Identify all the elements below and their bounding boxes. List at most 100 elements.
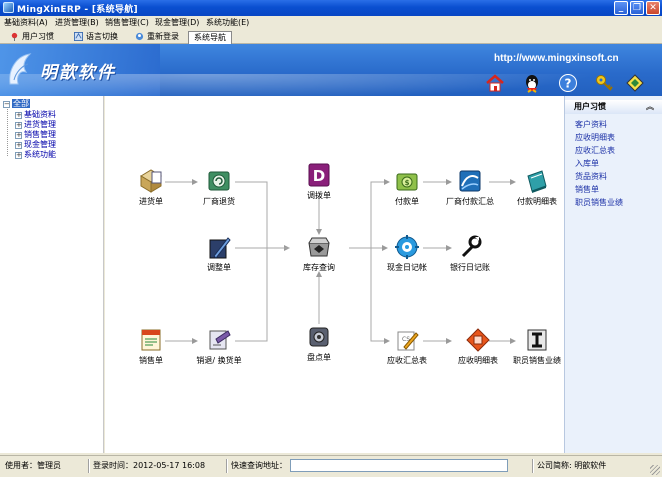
minimize-icon[interactable]: _ bbox=[614, 1, 628, 15]
menu-sales[interactable]: 销售管理(C) bbox=[105, 17, 149, 28]
stock-count-icon bbox=[309, 327, 329, 347]
node-label: 现金日记帐 bbox=[387, 263, 427, 272]
toolbar-tabs: 用户习惯 语言切换 重新登录 系统导航 bbox=[0, 30, 662, 44]
menu-system[interactable]: 系统功能(E) bbox=[206, 17, 249, 28]
sales-order-icon bbox=[141, 329, 161, 351]
dolphin-logo-icon bbox=[9, 53, 32, 85]
qq-icon[interactable] bbox=[522, 73, 542, 93]
close-icon[interactable]: ✕ bbox=[646, 1, 660, 15]
node-transfer-order[interactable]: D 调拨单 bbox=[289, 162, 349, 201]
node-label: 销退/ 换货单 bbox=[196, 356, 242, 365]
tab-relogin[interactable]: 重新登录 bbox=[133, 31, 179, 44]
tab-system-nav[interactable]: 系统导航 bbox=[188, 31, 232, 44]
expand-icon[interactable]: + bbox=[15, 152, 22, 159]
payment-detail-icon bbox=[527, 170, 547, 193]
node-label: 应收明细表 bbox=[458, 356, 498, 365]
node-staff-sales[interactable]: 职员销售业绩 bbox=[507, 327, 567, 366]
node-supplier-return[interactable]: 厂商退货 bbox=[189, 168, 249, 207]
node-label: 盘点单 bbox=[307, 353, 331, 362]
tree-item-label: 进货管理 bbox=[24, 120, 56, 129]
menu-purchase[interactable]: 进货管理(B) bbox=[55, 17, 99, 28]
node-label: 职员销售业绩 bbox=[513, 356, 561, 365]
brand-name: 明歆软件 bbox=[40, 63, 116, 83]
node-receivable-detail[interactable]: 应收明细表 bbox=[448, 327, 508, 366]
collapse-icon[interactable]: − bbox=[3, 101, 10, 108]
link-customer-data[interactable]: 客户资料 bbox=[575, 119, 607, 130]
node-payment-detail[interactable]: 付款明细表 bbox=[507, 168, 567, 207]
pin-icon bbox=[11, 32, 18, 41]
payment-order-icon: $ bbox=[396, 173, 418, 191]
node-label: 银行日记账 bbox=[450, 263, 490, 272]
expand-icon[interactable]: + bbox=[15, 142, 22, 149]
node-inventory-query[interactable]: 库存查询 bbox=[289, 234, 349, 273]
node-payment-order[interactable]: $ 付款单 bbox=[377, 168, 437, 207]
language-icon bbox=[74, 32, 83, 41]
node-bank-journal[interactable]: 银行日记账 bbox=[440, 234, 500, 273]
staff-sales-icon bbox=[527, 329, 547, 351]
menu-cash[interactable]: 现金管理(D) bbox=[155, 17, 199, 28]
tab-user-habits[interactable]: 用户习惯 bbox=[8, 31, 54, 44]
transfer-order-icon: D bbox=[308, 163, 330, 187]
node-label: 应收汇总表 bbox=[387, 356, 427, 365]
svg-text:$: $ bbox=[405, 179, 410, 187]
diamond-icon[interactable] bbox=[625, 73, 645, 93]
payment-summary-icon bbox=[459, 170, 481, 192]
node-label: 库存查询 bbox=[303, 263, 335, 272]
tree-item-system[interactable]: + 系统功能 bbox=[15, 149, 56, 160]
relogin-icon bbox=[135, 32, 144, 41]
receivable-detail-icon bbox=[466, 328, 490, 352]
title-bar: MingXinERP - [系统导航] _ ❐ ✕ bbox=[0, 0, 662, 16]
tab-language[interactable]: 语言切换 bbox=[72, 31, 118, 44]
app-icon bbox=[3, 2, 14, 13]
menu-bar: 基础资料(A) 进货管理(B) 销售管理(C) 现金管理(D) 系统功能(E) bbox=[0, 16, 662, 30]
tree-item-label: 基础资料 bbox=[24, 110, 56, 119]
restore-icon[interactable]: ❐ bbox=[630, 1, 644, 15]
node-label: 付款明细表 bbox=[517, 197, 557, 206]
tree-item-label: 销售管理 bbox=[24, 130, 56, 139]
link-stock-in[interactable]: 入库单 bbox=[575, 158, 599, 169]
node-label: 付款单 bbox=[395, 197, 419, 206]
home-icon[interactable] bbox=[485, 73, 505, 93]
key-icon[interactable] bbox=[594, 73, 614, 93]
website-url[interactable]: http://www.mingxinsoft.cn bbox=[494, 53, 619, 64]
menu-basic-data[interactable]: 基础资料(A) bbox=[4, 17, 48, 28]
status-divider bbox=[226, 459, 228, 473]
tree-root[interactable]: − 全部 bbox=[3, 98, 30, 109]
supplier-return-icon bbox=[208, 171, 230, 191]
system-navigation-canvas: 进货单 厂商退货 D 调拨单 调整单 库存查询 盘点单 销售单 销退/ 换货单 … bbox=[105, 96, 564, 453]
expand-icon[interactable]: + bbox=[15, 112, 22, 119]
panel-header[interactable]: 用户习惯 ︽ bbox=[565, 100, 662, 114]
resize-grip-icon[interactable] bbox=[650, 465, 660, 475]
node-sales-return[interactable]: 销退/ 换货单 bbox=[189, 327, 249, 366]
quick-query-input[interactable] bbox=[290, 459, 508, 472]
tab-label: 用户习惯 bbox=[22, 32, 54, 41]
help-icon[interactable]: ? bbox=[558, 73, 578, 93]
node-receivable-summary[interactable]: CS 应收汇总表 bbox=[377, 327, 437, 366]
link-staff-sales[interactable]: 职员销售业绩 bbox=[575, 197, 623, 208]
link-goods-data[interactable]: 货品资料 bbox=[575, 171, 607, 182]
node-cash-journal[interactable]: 现金日记帐 bbox=[377, 234, 437, 273]
expand-icon[interactable]: + bbox=[15, 122, 22, 129]
link-receivable-summary[interactable]: 应收汇总表 bbox=[575, 145, 615, 156]
node-stock-count[interactable]: 盘点单 bbox=[289, 324, 349, 363]
node-purchase-order[interactable]: 进货单 bbox=[121, 168, 181, 207]
adjust-order-icon bbox=[209, 237, 231, 259]
node-label: 调整单 bbox=[207, 263, 231, 272]
node-sales-order[interactable]: 销售单 bbox=[121, 327, 181, 366]
link-sales-order[interactable]: 销售单 bbox=[575, 184, 599, 195]
quick-query-label: 快速查询地址： bbox=[231, 461, 287, 470]
collapse-chevron-icon[interactable]: ︽ bbox=[646, 100, 654, 114]
svg-text:?: ? bbox=[565, 77, 572, 91]
navigation-tree: − 全部 + 基础资料 + 进货管理 + 销售管理 + 现金管理 + 系统功能 bbox=[0, 96, 104, 453]
receivable-summary-icon: CS bbox=[397, 331, 419, 351]
tree-item-label: 现金管理 bbox=[24, 140, 56, 149]
tab-label: 重新登录 bbox=[147, 32, 179, 41]
tab-label: 语言切换 bbox=[86, 32, 118, 41]
node-supplier-payment-summary[interactable]: 厂商付款汇总 bbox=[440, 168, 500, 207]
tree-connector bbox=[7, 106, 13, 156]
status-login-time: 登录时间：2012-05-17 16:08 bbox=[93, 461, 206, 470]
node-adjust-order[interactable]: 调整单 bbox=[189, 234, 249, 273]
expand-icon[interactable]: + bbox=[15, 132, 22, 139]
inventory-query-icon bbox=[308, 237, 330, 257]
link-receivable-detail[interactable]: 应收明细表 bbox=[575, 132, 615, 143]
